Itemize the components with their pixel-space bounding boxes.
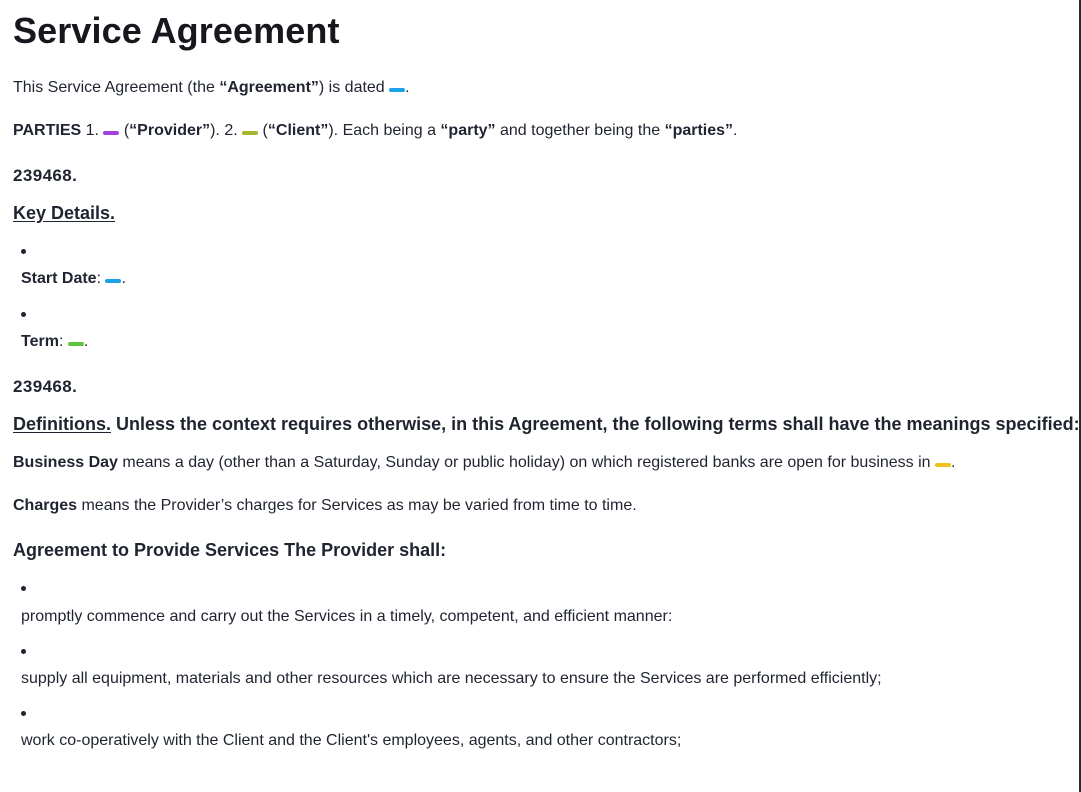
- provider-close: ). 2.: [210, 122, 243, 139]
- provider-placeholder[interactable]: [103, 130, 120, 135]
- business-day-location-placeholder[interactable]: [935, 462, 952, 467]
- bullet-icon: [21, 312, 26, 317]
- definitions-title: Definitions.: [13, 414, 111, 434]
- intro-prefix: This Service Agreement (the: [13, 79, 220, 96]
- definitions-heading: Definitions. Unless the context requires…: [13, 414, 1080, 435]
- intro-end: .: [405, 79, 410, 96]
- parties-and: and together being the: [495, 122, 665, 139]
- client-open: (: [258, 122, 268, 139]
- business-day-definition: Business Day means a day (other than a S…: [13, 453, 955, 473]
- key-details-heading: Key Details.: [13, 203, 115, 224]
- business-day-text: means a day (other than a Saturday, Sund…: [117, 454, 936, 471]
- provider-term: “Provider”: [129, 122, 211, 139]
- start-date-placeholder[interactable]: [105, 278, 122, 283]
- term-item: Term: .: [21, 332, 88, 352]
- start-date-end: .: [121, 270, 126, 287]
- start-date-label: Start Date: [21, 270, 97, 287]
- intro-paragraph: This Service Agreement (the “Agreement”)…: [13, 78, 410, 98]
- term-label: Term: [21, 333, 59, 350]
- term-placeholder[interactable]: [67, 341, 84, 346]
- bullet-icon: [21, 249, 26, 254]
- charges-definition: Charges means the Provider’s charges for…: [13, 496, 637, 516]
- parties-term: “parties”: [664, 122, 734, 139]
- agreement-term: “Agreement”: [219, 79, 319, 96]
- parties-n1: 1.: [81, 122, 104, 139]
- client-term: “Client”: [267, 122, 329, 139]
- date-placeholder[interactable]: [389, 87, 406, 92]
- definitions-intro: Unless the context requires otherwise, i…: [111, 414, 1080, 434]
- bullet-icon: [21, 586, 26, 591]
- service-item: work co-operatively with the Client and …: [21, 732, 682, 749]
- provider-open: (: [119, 122, 130, 139]
- section-number: 239468.: [13, 166, 78, 185]
- page-title: Service Agreement: [13, 10, 340, 51]
- term-end: .: [83, 333, 89, 350]
- party-term: “party”: [440, 122, 496, 139]
- charges-text: means the Provider’s charges for Service…: [77, 497, 637, 514]
- parties-label: PARTIES: [13, 122, 82, 139]
- business-day-end: .: [951, 454, 956, 471]
- start-date-colon: :: [96, 270, 106, 287]
- parties-mid: ). Each being a: [328, 122, 441, 139]
- business-day-term: Business Day: [13, 454, 118, 471]
- term-colon: :: [58, 333, 68, 350]
- services-heading: Agreement to Provide Services The Provid…: [13, 540, 447, 560]
- bullet-icon: [21, 649, 26, 654]
- intro-suffix: ) is dated: [318, 79, 390, 96]
- start-date-item: Start Date: .: [21, 269, 126, 289]
- charges-term: Charges: [13, 497, 78, 514]
- key-details-title: Key Details.: [13, 203, 116, 223]
- service-item: promptly commence and carry out the Serv…: [21, 608, 673, 625]
- client-placeholder[interactable]: [242, 130, 259, 135]
- bullet-icon: [21, 711, 26, 716]
- service-item: supply all equipment, materials and othe…: [21, 670, 882, 687]
- section-number: 239468.: [13, 377, 78, 396]
- parties-paragraph: PARTIES 1. (“Provider”). 2. (“Client”). …: [13, 121, 738, 141]
- parties-end: .: [733, 122, 738, 139]
